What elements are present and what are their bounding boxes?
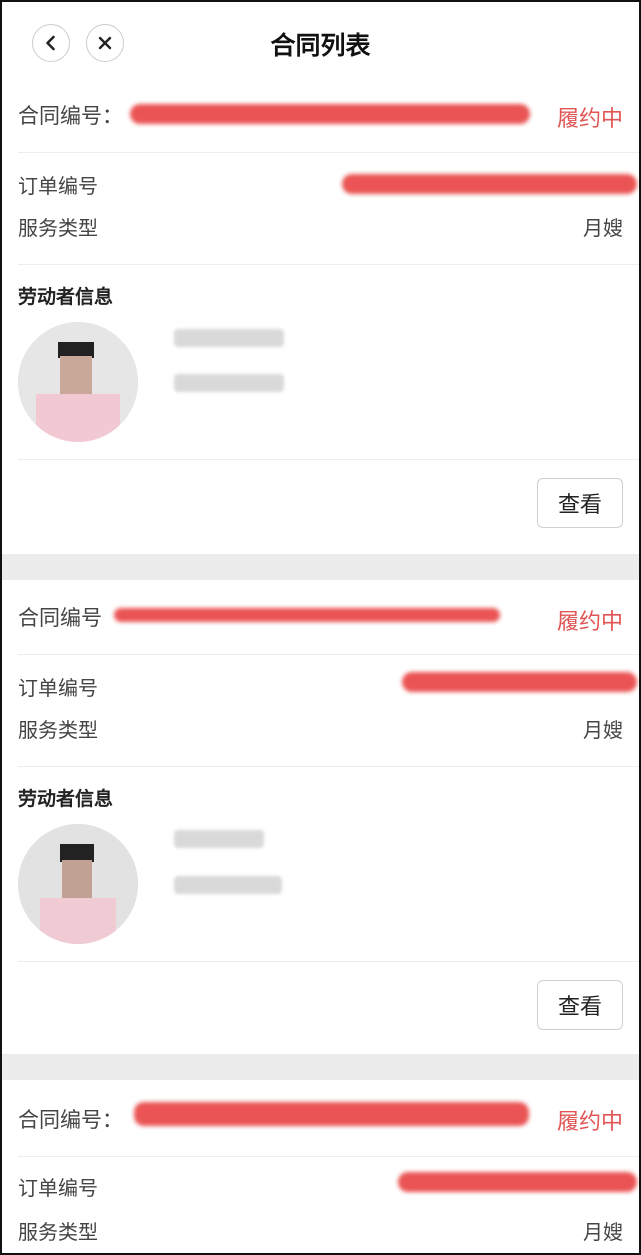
divider xyxy=(18,766,639,767)
divider xyxy=(18,961,639,962)
status-badge: 履约中 xyxy=(556,610,623,635)
service-type-label: 服务类型 xyxy=(18,1220,98,1244)
view-button[interactable]: 查看 xyxy=(537,478,623,528)
service-type-label: 服务类型 xyxy=(18,216,98,240)
redacted-contract-number xyxy=(114,608,500,622)
header-bar: 合同列表 xyxy=(2,2,639,84)
card-separator xyxy=(2,1054,639,1080)
avatar xyxy=(18,322,138,442)
order-number-label: 订单编号 xyxy=(18,174,98,198)
contract-number-label: 合同编号： xyxy=(18,104,123,128)
worker-info-title: 劳动者信息 xyxy=(18,788,114,810)
divider xyxy=(18,459,639,460)
worker-origin-blurred xyxy=(174,876,282,894)
divider xyxy=(18,152,639,153)
worker-name-blurred xyxy=(174,830,264,848)
status-badge: 履约中 xyxy=(556,107,623,132)
worker-photo-icon xyxy=(18,322,138,442)
worker-origin-blurred xyxy=(174,374,284,392)
order-number-label: 订单编号 xyxy=(18,676,98,700)
redacted-contract-number xyxy=(134,1102,529,1126)
status-badge: 履约中 xyxy=(556,1110,623,1135)
service-type-label: 服务类型 xyxy=(18,718,98,742)
contract-card: 合同编号： 履约中 订单编号 服务类型 月嫂 劳动者信息 查看 xyxy=(2,84,639,554)
avatar xyxy=(18,824,138,944)
redacted-order-number xyxy=(402,672,637,692)
app-frame: 合同列表 合同编号： 履约中 订单编号 服务类型 月嫂 劳动者信息 查看 合同编… xyxy=(0,0,641,1255)
order-number-label: 订单编号 xyxy=(18,1176,98,1200)
contract-card: 合同编号： 履约中 订单编号 服务类型 月嫂 xyxy=(2,1080,639,1253)
redacted-contract-number xyxy=(130,104,530,124)
contract-number-label: 合同编号 xyxy=(18,606,102,630)
divider xyxy=(18,1156,639,1157)
redacted-order-number xyxy=(342,174,637,194)
service-type-value: 月嫂 xyxy=(583,216,623,240)
contract-card: 合同编号 履约中 订单编号 服务类型 月嫂 劳动者信息 查看 xyxy=(2,580,639,1054)
contract-number-label: 合同编号： xyxy=(18,1108,123,1132)
service-type-value: 月嫂 xyxy=(583,1220,623,1244)
service-type-value: 月嫂 xyxy=(583,718,623,742)
worker-name-blurred xyxy=(174,329,284,347)
worker-photo-icon xyxy=(18,824,138,944)
redacted-order-number xyxy=(398,1172,637,1192)
divider xyxy=(18,654,639,655)
view-button[interactable]: 查看 xyxy=(537,980,623,1030)
page-title: 合同列表 xyxy=(270,31,371,60)
divider xyxy=(18,264,639,265)
worker-info-title: 劳动者信息 xyxy=(18,286,114,308)
card-separator xyxy=(2,554,639,580)
